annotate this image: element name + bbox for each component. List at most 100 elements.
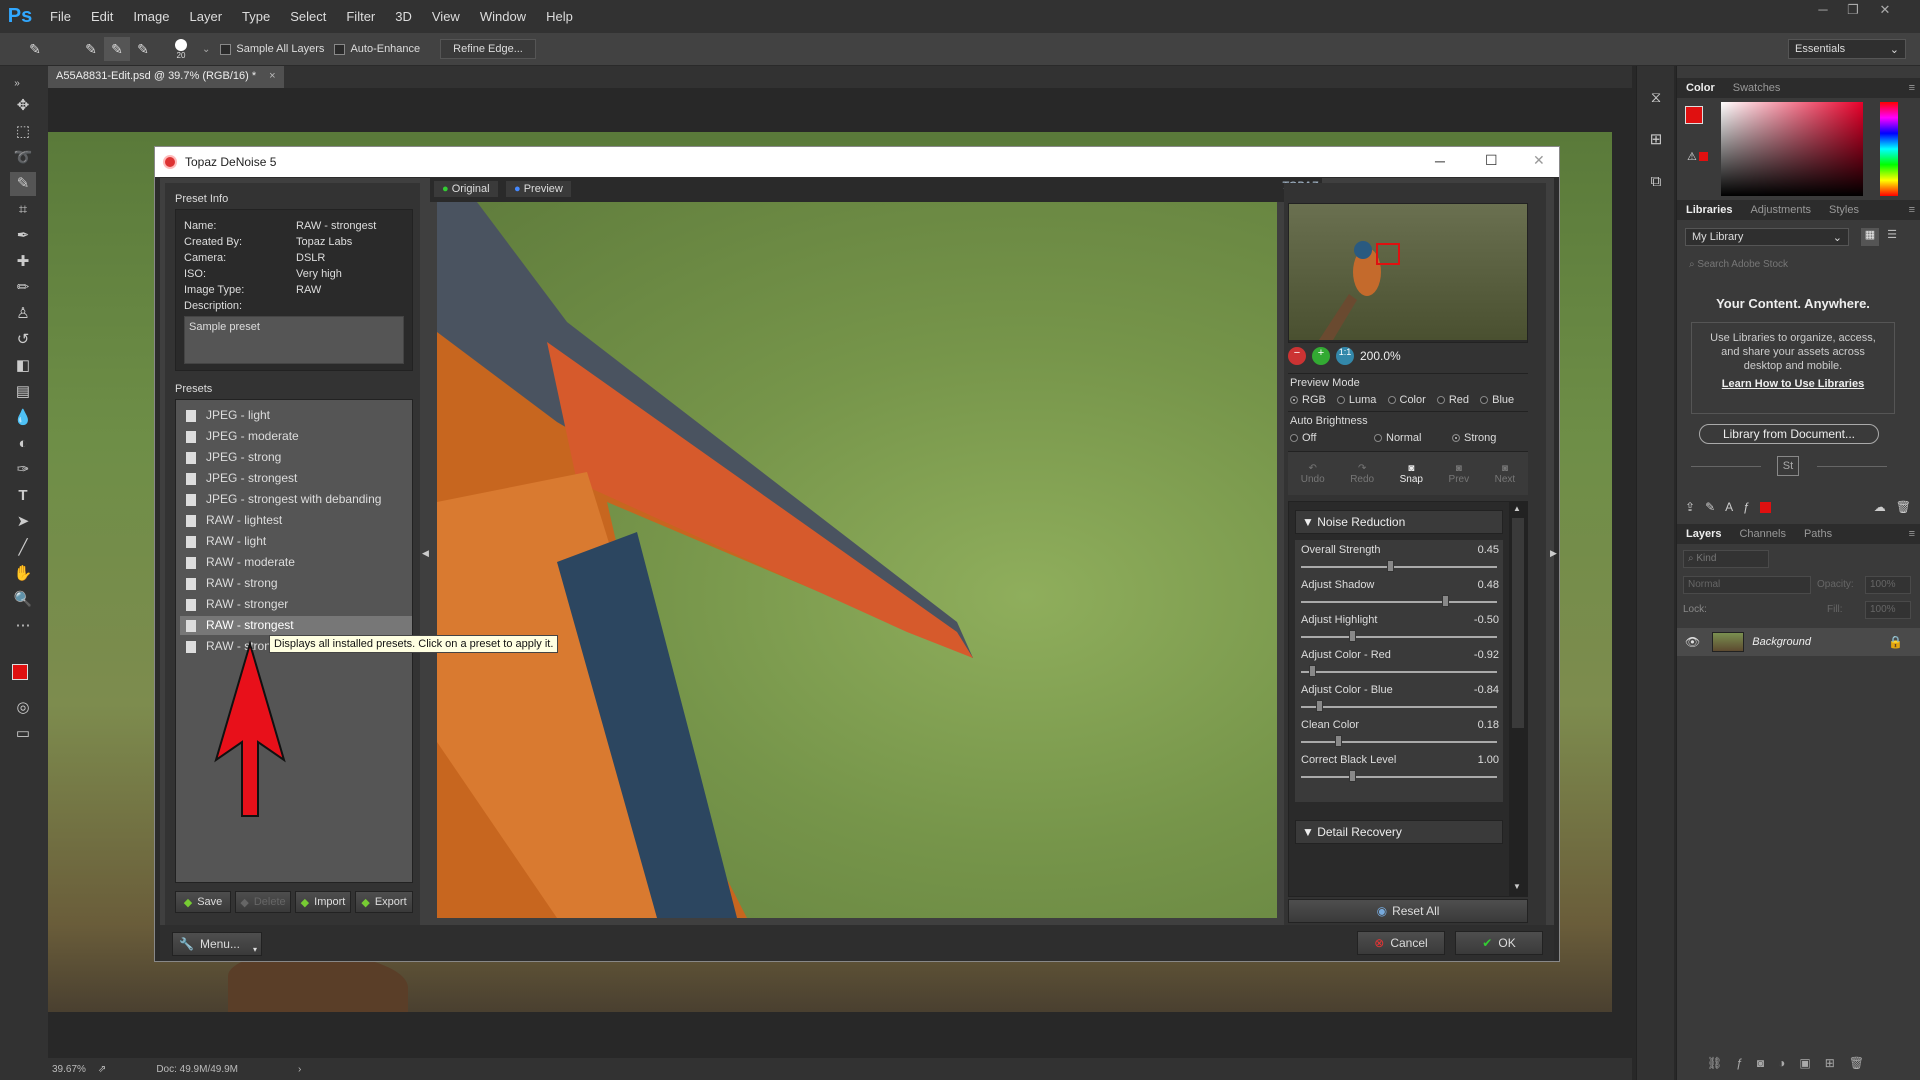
blend-mode-select[interactable]: Normal — [1683, 576, 1811, 594]
preview-image[interactable] — [437, 202, 1277, 918]
blur-tool-icon[interactable]: 💧 — [10, 406, 36, 430]
new-selection-icon[interactable]: ✎ — [78, 37, 104, 61]
noise-reduction-header[interactable]: ▼ Noise Reduction — [1295, 510, 1503, 534]
add-text-style-icon[interactable]: A — [1725, 500, 1733, 514]
layer-kind-filter[interactable]: ⌕ Kind — [1683, 550, 1769, 568]
pen-tool-icon[interactable]: ✑ — [10, 458, 36, 482]
slider-clean-color[interactable]: Clean Color 0.18 — [1295, 715, 1503, 749]
clone-stamp-icon[interactable]: ♙ — [10, 302, 36, 326]
preset-item[interactable]: RAW - strong — [180, 574, 412, 593]
radio-normal[interactable]: Normal — [1374, 432, 1421, 444]
preset-item-selected[interactable]: RAW - strongest — [180, 616, 412, 635]
menu-3d[interactable]: 3D — [385, 9, 422, 24]
ok-button[interactable]: ✔ OK — [1455, 931, 1543, 955]
slider-thumb[interactable] — [1308, 665, 1316, 677]
radio-red[interactable]: Red — [1436, 394, 1469, 406]
close-tab-icon[interactable]: × — [269, 70, 275, 82]
menu-button[interactable]: 🔧 Menu... ▾ — [172, 932, 262, 956]
panel-menu-icon[interactable]: ≡ — [1909, 204, 1915, 216]
menu-image[interactable]: Image — [123, 9, 179, 24]
delete-layer-icon[interactable]: 🗑 — [1849, 1056, 1864, 1070]
sample-all-layers-checkbox[interactable] — [220, 43, 232, 55]
subtract-selection-icon[interactable]: ✎ — [130, 37, 156, 61]
move-tool-icon[interactable]: ✥ — [10, 94, 36, 118]
slider-thumb[interactable] — [1386, 560, 1394, 572]
export-preset-button[interactable]: ◆ Export — [355, 891, 413, 913]
tab-color[interactable]: Color — [1677, 82, 1724, 94]
snap-button[interactable]: ◙ Snap — [1400, 463, 1423, 485]
refine-edge-button[interactable]: Refine Edge... — [440, 39, 536, 59]
visibility-eye-icon[interactable]: 👁 — [1685, 635, 1700, 649]
library-from-document-button[interactable]: Library from Document... — [1699, 424, 1879, 444]
slider-adjust-shadow[interactable]: Adjust Shadow 0.48 — [1295, 575, 1503, 609]
slider-adjust-color-blue[interactable]: Adjust Color - Blue -0.84 — [1295, 680, 1503, 714]
slider-thumb[interactable] — [1348, 630, 1356, 642]
eraser-tool-icon[interactable]: ◧ — [10, 354, 36, 378]
minimize-icon[interactable]: ─ — [1435, 153, 1445, 169]
tab-swatches[interactable]: Swatches — [1724, 82, 1790, 94]
menu-select[interactable]: Select — [280, 9, 336, 24]
color-field[interactable] — [1721, 102, 1863, 196]
radio-luma[interactable]: Luma — [1336, 394, 1376, 406]
preset-item[interactable]: JPEG - strongest — [180, 469, 412, 488]
zoom-fit-icon[interactable]: 1:1 — [1336, 347, 1354, 365]
brush-tool-icon[interactable]: ✏ — [10, 276, 36, 300]
slider-adjust-color-red[interactable]: Adjust Color - Red -0.92 — [1295, 645, 1503, 679]
radio-strong[interactable]: Strong — [1452, 432, 1496, 444]
navigator-thumbnail[interactable] — [1289, 204, 1527, 340]
hue-slider[interactable] — [1880, 102, 1898, 196]
chevron-right-icon[interactable]: › — [298, 1064, 301, 1075]
line-tool-icon[interactable]: ╱ — [10, 536, 36, 560]
stock-search-input[interactable]: ⌕ Search Adobe Stock — [1685, 256, 1911, 274]
zoom-tool-icon[interactable]: 🔍 — [10, 588, 36, 612]
radio-blue[interactable]: Blue — [1480, 394, 1514, 406]
opacity-field[interactable]: 100% — [1865, 576, 1911, 594]
panel-menu-icon[interactable]: ≡ — [1909, 528, 1915, 540]
slider-thumb[interactable] — [1348, 770, 1356, 782]
scrollbar-thumb[interactable] — [1512, 518, 1524, 728]
close-icon[interactable]: ✕ — [1872, 2, 1898, 22]
cancel-button[interactable]: ⊗ Cancel — [1357, 931, 1445, 955]
import-preset-button[interactable]: ◆ Import — [295, 891, 351, 913]
quick-selection-tool-icon[interactable]: ✎ — [10, 172, 36, 196]
dodge-tool-icon[interactable]: ◐ — [10, 432, 36, 456]
slider-overall-strength[interactable]: Overall Strength 0.45 — [1295, 540, 1503, 574]
preset-item[interactable]: RAW - lightest — [180, 511, 412, 530]
gamut-color-swatch[interactable] — [1699, 152, 1708, 161]
tab-channels[interactable]: Channels — [1730, 528, 1794, 540]
link-layers-icon[interactable]: ⛓ — [1707, 1056, 1722, 1070]
tab-layers[interactable]: Layers — [1677, 528, 1730, 540]
foreground-color-swatch[interactable] — [1685, 106, 1703, 124]
type-tool-icon[interactable]: T — [10, 484, 36, 508]
add-mask-icon[interactable]: ◙ — [1757, 1056, 1764, 1070]
slider-thumb[interactable] — [1316, 700, 1324, 712]
menu-view[interactable]: View — [422, 9, 470, 24]
list-view-icon[interactable]: ☰ — [1883, 228, 1901, 246]
workspace-select[interactable]: Essentials ⌄ — [1788, 39, 1906, 59]
preset-item[interactable]: RAW - light — [180, 532, 412, 551]
zoom-readout[interactable]: 39.67% — [52, 1064, 86, 1075]
fill-field[interactable]: 100% — [1865, 601, 1911, 619]
menu-type[interactable]: Type — [232, 9, 280, 24]
foreground-color-swatch[interactable] — [12, 664, 28, 680]
restore-icon[interactable]: ❐ — [1840, 2, 1866, 22]
radio-color[interactable]: Color — [1387, 394, 1426, 406]
more-tools-icon[interactable]: ⋯ — [10, 614, 36, 638]
menu-window[interactable]: Window — [470, 9, 536, 24]
slider-correct-black-level[interactable]: Correct Black Level 1.00 — [1295, 750, 1503, 784]
learn-libraries-link[interactable]: Learn How to Use Libraries — [1702, 377, 1884, 391]
minimize-icon[interactable]: ─ — [1810, 2, 1836, 22]
library-select[interactable]: My Library ⌄ — [1685, 228, 1849, 246]
collapse-icon[interactable]: » — [4, 72, 30, 96]
grid-view-icon[interactable]: ▦ — [1861, 228, 1879, 246]
menu-help[interactable]: Help — [536, 9, 583, 24]
history-panel-icon[interactable]: ⧖ — [1643, 86, 1669, 110]
properties-panel-icon[interactable]: ⊞ — [1643, 128, 1669, 152]
screen-mode-icon[interactable]: ▭ — [10, 722, 36, 746]
adjustment-layer-icon[interactable]: ◑ — [1778, 1056, 1785, 1070]
quick-mask-icon[interactable]: ◎ — [10, 696, 36, 720]
document-tab[interactable]: A55A8831-Edit.psd @ 39.7% (RGB/16) * × — [48, 66, 284, 88]
radio-rgb[interactable]: RGB — [1290, 394, 1326, 406]
adjustments-panel-icon[interactable]: ⧉ — [1643, 170, 1669, 194]
path-selection-icon[interactable]: ➤ — [10, 510, 36, 534]
